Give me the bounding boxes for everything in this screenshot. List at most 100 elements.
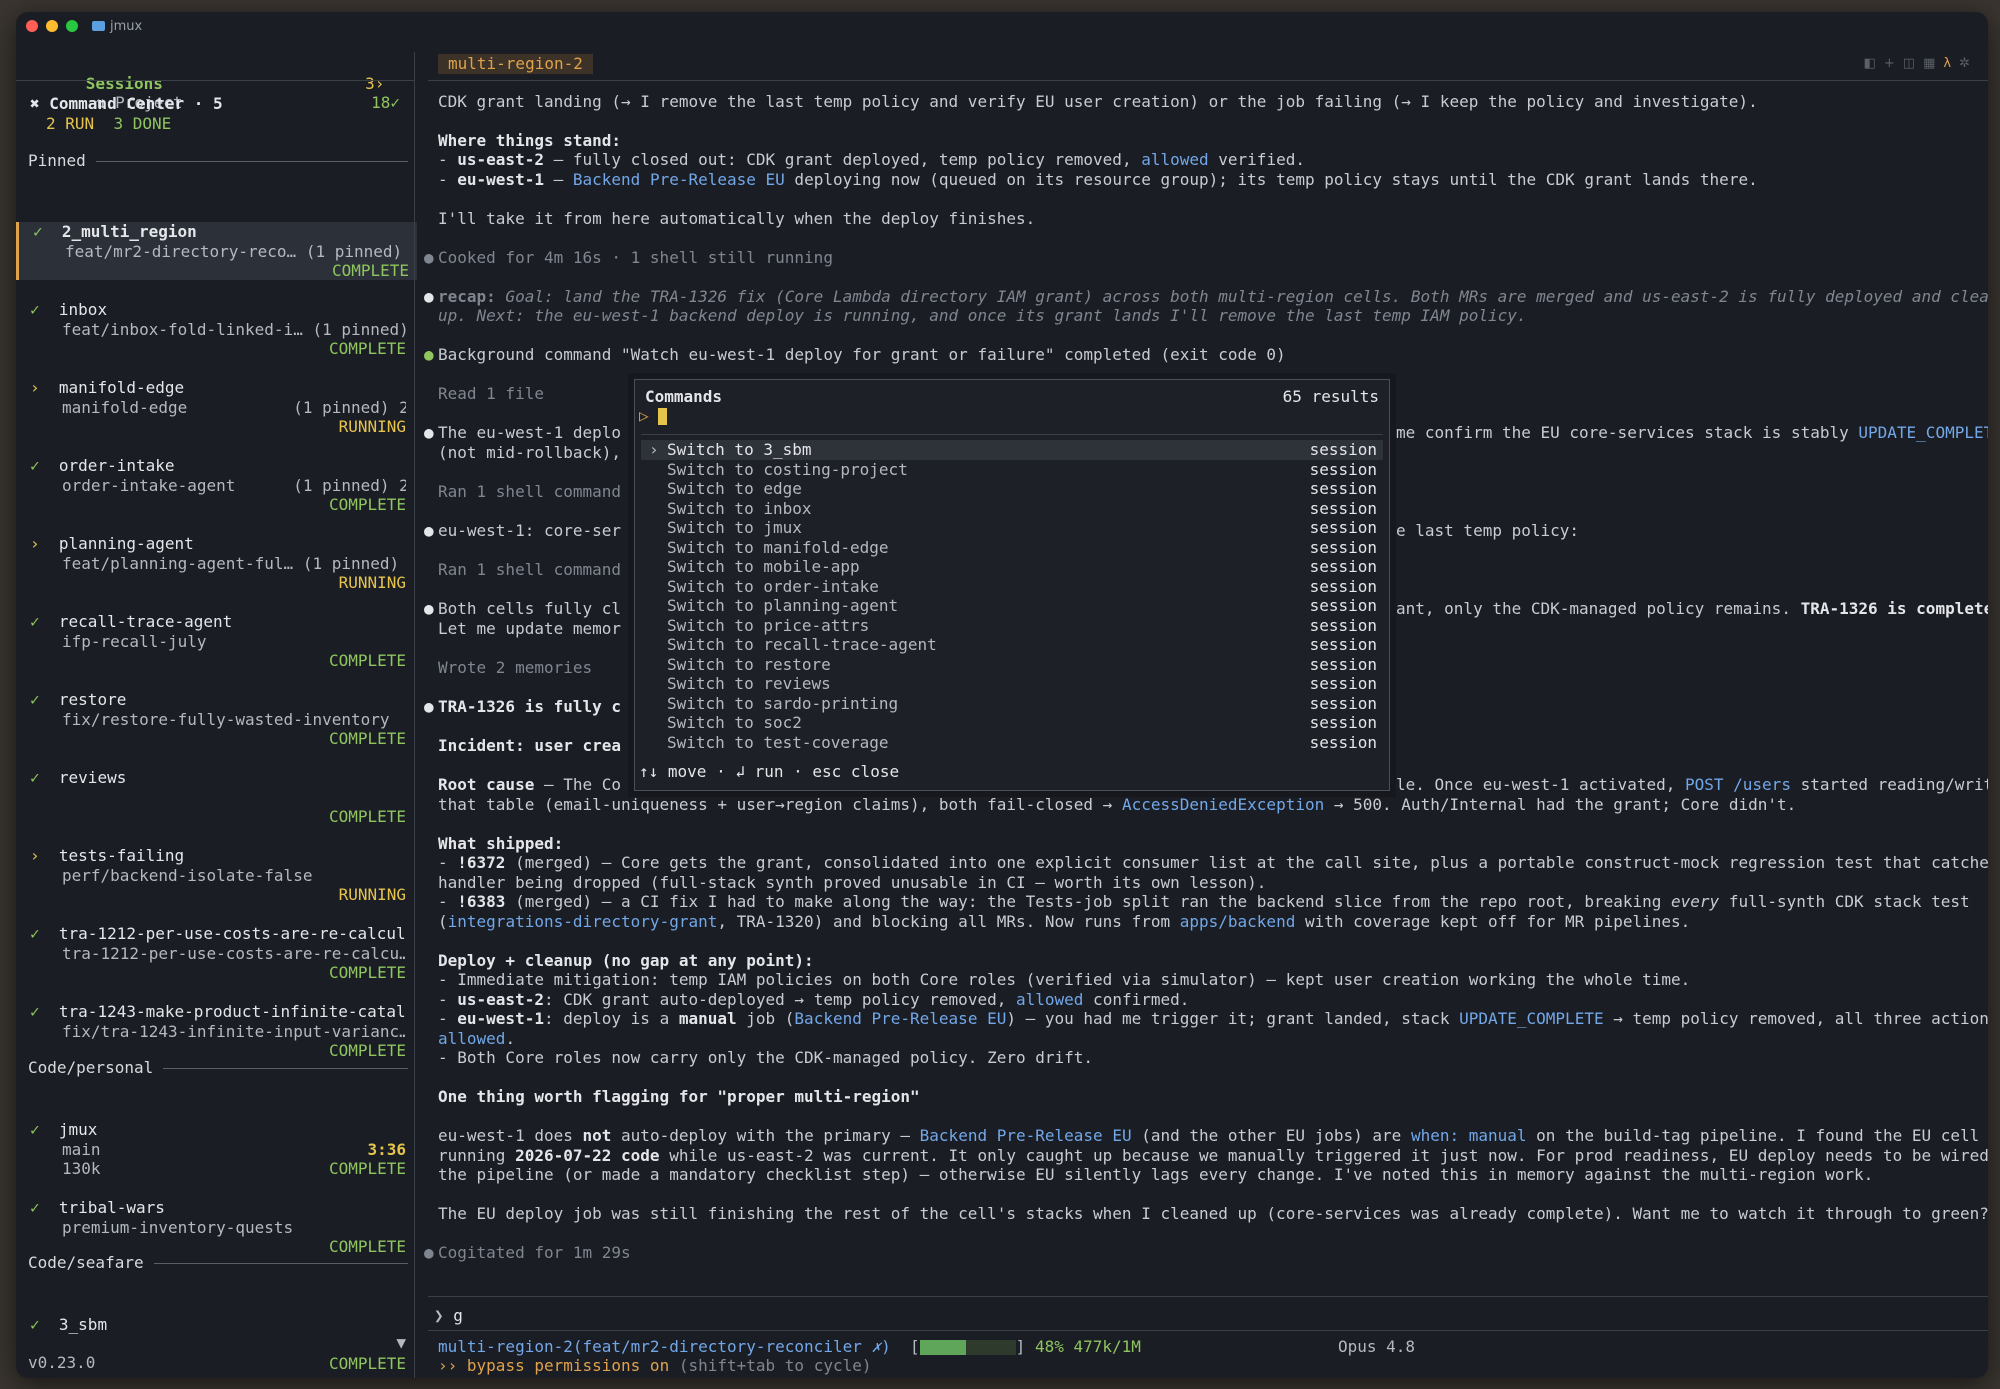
transcript-line: that table (email-uniqueness + user→regi… — [438, 795, 1797, 814]
session-branch: tra-1212-per-use-costs-are-re-calcu… 9h — [62, 943, 406, 963]
status-icon: ✓ — [30, 612, 40, 631]
transcript-line: - Immediate mitigation: temp IAM policie… — [438, 970, 1691, 989]
permissions-line[interactable]: ›› bypass permissions on (shift+tab to c… — [438, 1356, 1978, 1376]
text-cursor — [658, 408, 668, 425]
palette-item[interactable]: Switch to order-intake session — [641, 577, 1383, 597]
palette-item-label: Switch to 3_sbm — [667, 440, 812, 459]
palette-item-label: Switch to reviews — [667, 674, 831, 693]
group-code-seafare: Code/seafare — [28, 1253, 408, 1273]
palette-item-kind: session — [1309, 440, 1377, 459]
session-item[interactable]: ✓ inbox feat/inbox-fold-linked-i… (1 pinn… — [16, 300, 414, 358]
sidebar-header: Sessions ⇅ Project 3› 18✓ — [28, 54, 408, 113]
terminal-window: jmux Sessions ⇅ Project 3› 18✓ ✖ Command… — [16, 12, 1988, 1378]
session-item[interactable]: ✓ jmux main 3:36 130k COMPLETE — [16, 1120, 414, 1178]
palette-item-kind: session — [1309, 615, 1377, 635]
settings-icon[interactable]: ✲ — [1959, 56, 1970, 71]
scroll-down-icon[interactable]: ▼ — [396, 1333, 406, 1353]
palette-item-kind: session — [1309, 498, 1377, 518]
session-name: 3_sbm — [58, 1315, 108, 1334]
palette-item-label: Switch to restore — [667, 654, 831, 674]
palette-item[interactable]: Switch to inbox session — [641, 499, 1383, 519]
session-branch: premium-inventory-quests 47m — [62, 1217, 406, 1237]
session-item[interactable]: › planning-agent feat/planning-agent-ful…… — [16, 534, 414, 592]
tab-sessions[interactable]: Sessions — [86, 74, 163, 93]
palette-item-kind: session — [1309, 596, 1377, 615]
session-sidebar: Sessions ⇅ Project 3› 18✓ ✖ Command Cent… — [16, 40, 417, 1378]
palette-item[interactable]: Switch to reviews session — [641, 674, 1383, 694]
prompt-input[interactable]: ❯ g — [434, 1306, 1978, 1326]
status-icon: ✓ — [30, 768, 40, 787]
layout-icon[interactable]: ◧ — [1864, 56, 1876, 71]
palette-item-label: Switch to inbox — [667, 498, 812, 518]
palette-item[interactable]: Switch to jmux session — [641, 518, 1383, 538]
palette-item[interactable]: Switch to mobile-app session — [641, 557, 1383, 577]
palette-item[interactable]: Switch to sardo-printing session — [641, 694, 1383, 714]
session-branch: manifold-edge (1 pinned) 29m — [62, 397, 406, 417]
palette-item[interactable]: Switch to costing-project session — [641, 460, 1383, 480]
window-title: jmux — [92, 19, 142, 34]
session-status: COMPLETE — [331, 261, 409, 280]
version-label: v0.23.0 — [28, 1353, 96, 1372]
session-status: RUNNING — [338, 417, 406, 436]
transcript-line: - !6383 (merged) — a CI fix I had to mak… — [438, 892, 1970, 911]
status-line: multi-region-2(feat/mr2-directory-reconc… — [438, 1337, 1416, 1356]
palette-item[interactable]: Switch to manifold-edge session — [641, 538, 1383, 558]
session-status: COMPLETE — [328, 1159, 406, 1178]
status-session: multi-region-2 — [438, 1337, 573, 1356]
session-name: restore — [58, 690, 127, 709]
lambda-icon[interactable]: λ — [1943, 56, 1951, 71]
session-name: manifold-edge — [58, 378, 185, 397]
palette-item[interactable]: Switch to recall-trace-agent session — [641, 635, 1383, 655]
session-item[interactable]: ✓ restore fix/restore-fully-wasted-invent… — [16, 690, 414, 748]
folder-icon — [92, 21, 105, 31]
prompt-value: g — [453, 1306, 463, 1325]
palette-input[interactable]: ▷ — [639, 406, 1379, 426]
session-item[interactable]: › manifold-edge manifold-edge (1 pinned) … — [16, 378, 414, 436]
session-name: tribal-wars — [58, 1198, 165, 1217]
session-timer: 3:36 — [367, 1139, 406, 1159]
palette-item[interactable]: › Switch to 3_sbm session — [641, 440, 1383, 460]
palette-item-label: Switch to mobile-app — [667, 557, 860, 576]
transcript-line: - us-east-2: CDK grant auto-deployed → t… — [438, 990, 1190, 1009]
session-item[interactable]: ✓ tra-1243-make-product-infinite-catalo…… — [16, 1002, 414, 1060]
tab-multi-region-2[interactable]: multi-region-2 — [438, 54, 593, 74]
session-status: COMPLETE — [328, 339, 406, 358]
palette-results: 65 results — [1282, 387, 1379, 406]
palette-item[interactable]: Switch to restore session — [641, 655, 1383, 675]
palette-item[interactable]: Switch to edge session — [641, 479, 1383, 499]
done-count-cc: 3 DONE — [113, 113, 172, 133]
close-window-button[interactable] — [26, 20, 38, 32]
session-item[interactable]: ✓ reviews 5h COMPLETE — [16, 768, 414, 826]
transcript-line: ● recap: Goal: land the TRA-1326 fix (Cor… — [424, 287, 1988, 306]
command-palette: Commands 65 results ▷ › Switch to 3_sbm se… — [634, 379, 1390, 791]
session-item[interactable]: ✓ recall-trace-agentifp-recall-july 20m C… — [16, 612, 414, 670]
palette-item-label: Switch to manifold-edge — [667, 537, 889, 557]
session-item[interactable]: ✓ 2_multi_region feat/mr2-directory-reco…… — [16, 222, 417, 280]
grid-icon[interactable]: ▦ — [1923, 56, 1935, 71]
palette-item[interactable]: Switch to price-attrs session — [641, 616, 1383, 636]
command-center[interactable]: ✖ Command Center · 5 2 RUN 3 DONE — [16, 94, 414, 134]
session-item[interactable]: ✓ tribal-wars premium-inventory-quests 47… — [16, 1198, 414, 1256]
zoom-window-button[interactable] — [66, 20, 78, 32]
palette-item[interactable]: Switch to test-coverage session — [641, 733, 1383, 753]
session-item[interactable]: ✓ order-intake order-intake-agent (1 pinn… — [16, 456, 414, 514]
session-name: planning-agent — [58, 534, 194, 553]
session-status: COMPLETE — [328, 1354, 406, 1373]
add-icon[interactable]: + — [1884, 56, 1895, 71]
context-percent: 48% — [1034, 1337, 1064, 1356]
session-item[interactable]: ✓ tra-1212-per-use-costs-are-re-calcula…… — [16, 924, 414, 982]
palette-item-label: Switch to edge — [667, 479, 802, 498]
palette-item-label: Switch to sardo-printing — [667, 693, 899, 713]
palette-item[interactable]: Switch to soc2 session — [641, 713, 1383, 733]
palette-item-kind: session — [1309, 479, 1377, 498]
session-status: RUNNING — [338, 573, 406, 592]
session-name: tra-1212-per-use-costs-are-re-calcula… — [58, 924, 406, 943]
minimize-window-button[interactable] — [46, 20, 58, 32]
palette-item[interactable]: Switch to planning-agent session — [641, 596, 1383, 616]
session-branch: feat/planning-agent-ful… (1 pinned) 44s — [62, 553, 406, 573]
status-icon: › — [30, 378, 40, 397]
session-item[interactable]: › tests-failing perf/backend-isolate-fals… — [16, 846, 414, 904]
session-status: COMPLETE — [328, 807, 406, 826]
split-icon[interactable]: ◫ — [1903, 56, 1915, 71]
group-pinned: Pinned — [28, 151, 408, 171]
